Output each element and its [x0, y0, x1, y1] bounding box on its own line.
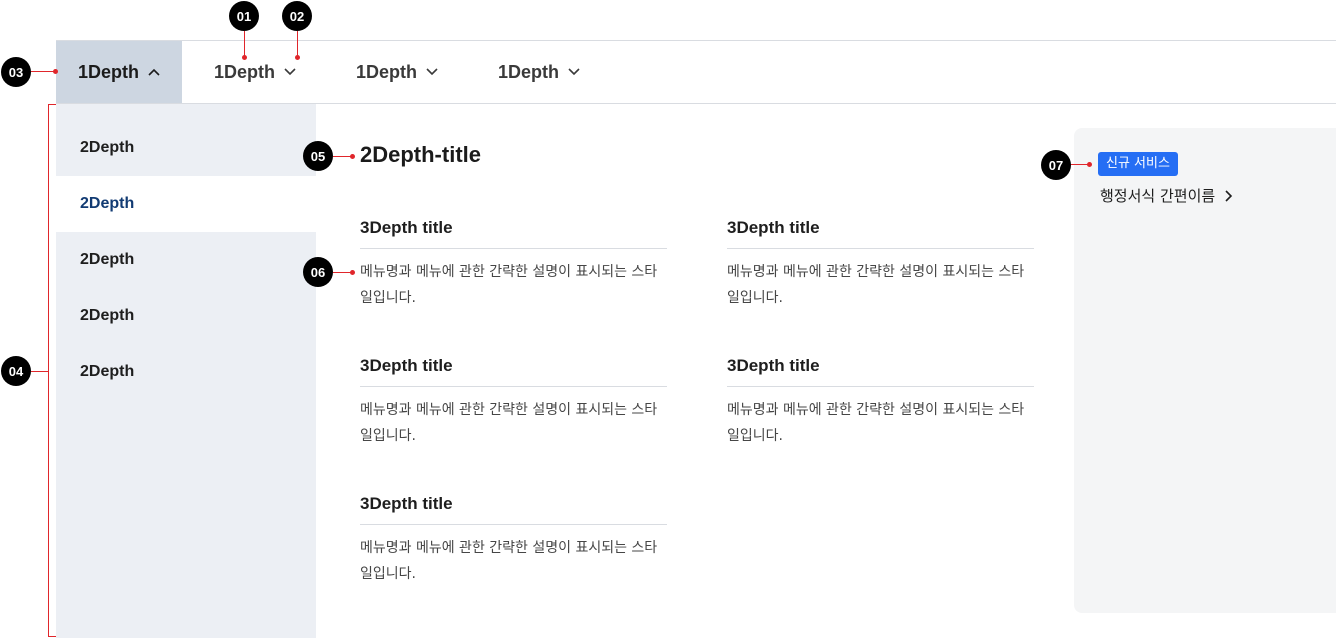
chevron-down-icon — [568, 68, 580, 76]
card-title[interactable]: 3Depth title — [360, 216, 667, 249]
annotation-marker-01: 01 — [229, 1, 259, 31]
annotation-marker-04: 04 — [1, 356, 31, 386]
annotation-line-01 — [244, 31, 245, 57]
sidebar-item-label: 2Depth — [80, 251, 135, 268]
annotation-dot-02 — [295, 55, 300, 60]
annotation-bracket-bottom — [48, 636, 56, 637]
annotation-dot-01 — [242, 55, 247, 60]
sidebar-item-2depth-1[interactable]: 2Depth — [56, 120, 316, 176]
service-link-label: 행정서식 간편이름 — [1100, 187, 1216, 205]
chevron-down-icon — [426, 68, 438, 76]
service-link[interactable]: 행정서식 간편이름 — [1100, 185, 1233, 206]
nav-item-label: 1Depth — [214, 61, 276, 82]
annotation-bracket-top — [48, 104, 56, 105]
annotation-marker-03: 03 — [1, 57, 31, 87]
card-title[interactable]: 3Depth title — [727, 354, 1034, 387]
card-description: 메뉴명과 메뉴에 관한 간략한 설명이 표시되는 스타일입니다. — [360, 402, 658, 444]
new-service-badge: 신규 서비스 — [1098, 152, 1178, 176]
sidebar-item-2depth-5[interactable]: 2Depth — [56, 344, 316, 400]
annotation-bracket-04 — [48, 104, 49, 637]
nav-item-label: 1Depth — [77, 61, 139, 82]
chevron-down-icon — [284, 68, 296, 76]
nav-item-1depth-4[interactable]: 1Depth — [498, 41, 580, 103]
annotation-line-02 — [297, 31, 298, 57]
menu-card[interactable]: 3Depth title 메뉴명과 메뉴에 관한 간략한 설명이 표시되는 스타… — [727, 216, 1034, 311]
card-description: 메뉴명과 메뉴에 관한 간략한 설명이 표시되는 스타일입니다. — [360, 540, 658, 582]
sidebar-item-label: 2Depth — [80, 307, 135, 324]
menu-card[interactable]: 3Depth title 메뉴명과 메뉴에 관한 간략한 설명이 표시되는 스타… — [360, 354, 667, 449]
annotation-marker-06: 06 — [303, 257, 333, 287]
page-title: 2Depth-title — [360, 142, 481, 167]
annotation-marker-07: 07 — [1041, 150, 1071, 180]
annotation-dot-03 — [53, 69, 58, 74]
nav-item-label: 1Depth — [498, 61, 560, 82]
annotation-dot-05 — [350, 154, 355, 159]
sidebar-item-2depth-2[interactable]: 2Depth — [56, 176, 316, 232]
chevron-right-icon — [1225, 189, 1233, 202]
nav-item-1depth-3[interactable]: 1Depth — [356, 41, 438, 103]
sidebar-item-label: 2Depth — [80, 195, 135, 212]
card-description: 메뉴명과 메뉴에 관한 간략한 설명이 표시되는 스타일입니다. — [360, 264, 658, 306]
annotation-line-04 — [31, 371, 48, 372]
chevron-up-icon — [148, 68, 160, 76]
card-description: 메뉴명과 메뉴에 관한 간략한 설명이 표시되는 스타일입니다. — [727, 264, 1025, 306]
card-title[interactable]: 3Depth title — [360, 354, 667, 387]
annotation-marker-02: 02 — [282, 1, 312, 31]
annotation-dot-07 — [1087, 162, 1092, 167]
annotation-dot-06 — [350, 270, 355, 275]
menu-card[interactable]: 3Depth title 메뉴명과 메뉴에 관한 간략한 설명이 표시되는 스타… — [727, 354, 1034, 449]
sidebar-item-2depth-3[interactable]: 2Depth — [56, 232, 316, 288]
annotation-marker-05: 05 — [303, 141, 333, 171]
nav-item-1depth-2[interactable]: 1Depth — [214, 41, 296, 103]
menu-card[interactable]: 3Depth title 메뉴명과 메뉴에 관한 간략한 설명이 표시되는 스타… — [360, 492, 667, 587]
submenu-panel: 2Depth 2Depth 2Depth 2Depth 2Depth — [56, 104, 316, 638]
nav-item-1depth-1[interactable]: 1Depth — [56, 41, 182, 103]
sidebar-item-label: 2Depth — [80, 363, 135, 380]
sidebar-item-label: 2Depth — [80, 139, 135, 156]
card-title[interactable]: 3Depth title — [727, 216, 1034, 249]
sidebar-item-2depth-4[interactable]: 2Depth — [56, 288, 316, 344]
card-description: 메뉴명과 메뉴에 관한 간략한 설명이 표시되는 스타일입니다. — [727, 402, 1025, 444]
menu-card[interactable]: 3Depth title 메뉴명과 메뉴에 관한 간략한 설명이 표시되는 스타… — [360, 216, 667, 311]
nav-item-label: 1Depth — [356, 61, 418, 82]
card-title[interactable]: 3Depth title — [360, 492, 667, 525]
